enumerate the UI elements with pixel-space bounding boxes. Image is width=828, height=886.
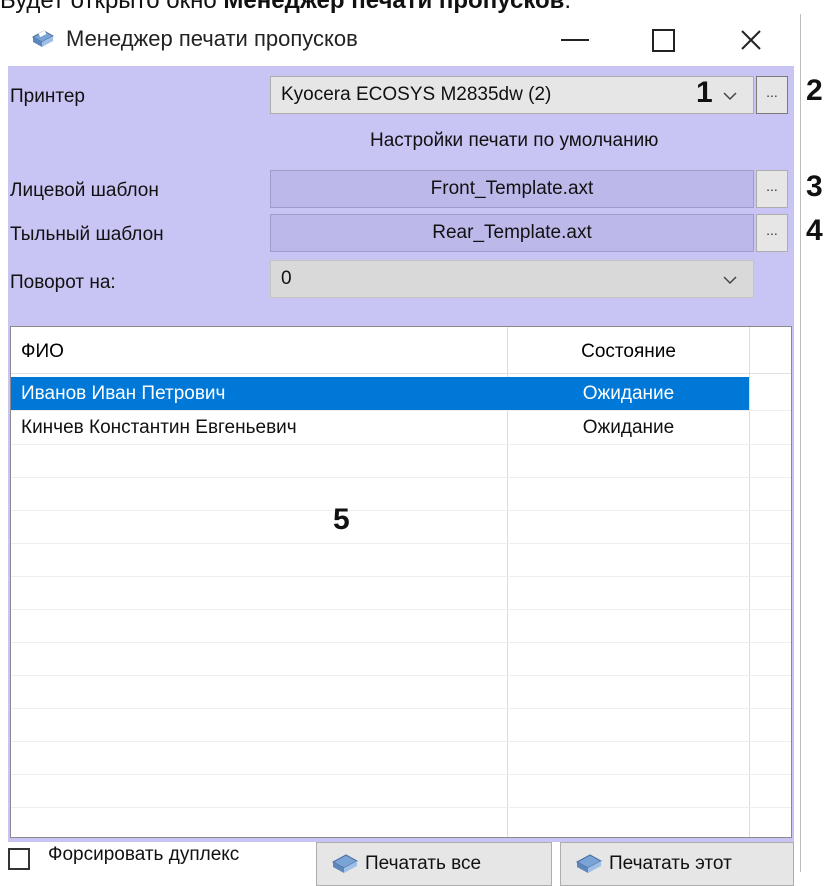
front-template-field[interactable]: Front_Template.axt	[270, 170, 754, 208]
caption-text: Будет открыто окно Менеджер печати пропу…	[0, 0, 572, 14]
rear-template-field[interactable]: Rear_Template.axt	[270, 214, 754, 252]
minimize-button[interactable]	[530, 14, 620, 66]
table-row[interactable]: Кинчев Константин Евгеньевич Ожидание	[11, 411, 749, 444]
row-line	[11, 774, 791, 775]
row-line	[11, 444, 791, 445]
row-line	[11, 708, 791, 709]
column-divider	[749, 327, 750, 837]
row-status: Ожидание	[582, 417, 675, 438]
print-manager-window: Менеджер печати пропусков Принтер Kyocer…	[0, 14, 823, 886]
list-header: ФИО Состояние	[11, 327, 791, 374]
marker-3: 3	[806, 170, 823, 203]
printer-browse-button[interactable]: ...	[756, 76, 788, 114]
row-line	[11, 477, 791, 478]
printer-icon	[31, 30, 55, 47]
window-title: Менеджер печати пропусков	[66, 26, 358, 51]
minimize-icon	[561, 39, 589, 41]
row-line	[11, 510, 791, 511]
column-header-name[interactable]: ФИО	[21, 341, 64, 363]
marker-4: 4	[806, 214, 823, 247]
rear-template-browse-button[interactable]: ...	[756, 214, 788, 252]
rotate-select[interactable]: 0	[270, 260, 754, 298]
front-template-value: Front_Template.axt	[430, 178, 594, 199]
print-all-button[interactable]: Печатать все	[316, 842, 552, 886]
marker-5: 5	[333, 503, 350, 536]
column-header-status[interactable]: Состояние	[508, 341, 749, 363]
row-line	[11, 576, 791, 577]
row-line	[11, 741, 791, 742]
title-bar: Менеджер печати пропусков	[0, 14, 800, 66]
default-settings-label: Настройки печати по умолчанию	[370, 130, 659, 151]
row-line	[11, 807, 791, 808]
row-line	[11, 410, 791, 411]
rotate-select-value: 0	[281, 268, 292, 289]
printer-select-value: Kyocera ECOSYS M2835dw (2)	[281, 84, 552, 105]
marker-1: 1	[696, 76, 713, 109]
rotate-label: Поворот на:	[10, 272, 116, 293]
printer-select[interactable]: Kyocera ECOSYS M2835dw (2)	[270, 76, 754, 114]
close-button[interactable]	[706, 14, 796, 66]
table-row[interactable]: Иванов Иван Петрович Ожидание	[11, 377, 749, 410]
duplex-label[interactable]: Форсировать дуплекс	[48, 844, 239, 866]
front-template-label: Лицевой шаблон	[10, 180, 159, 201]
close-icon	[741, 30, 761, 50]
footer-bar: Форсировать дуплекс Печатать все Печатат…	[8, 842, 794, 886]
row-name: Иванов Иван Петрович	[21, 383, 226, 404]
row-name: Кинчев Константин Евгеньевич	[21, 417, 297, 438]
duplex-checkbox[interactable]	[8, 848, 30, 870]
chevron-down-icon	[723, 92, 737, 101]
marker-2: 2	[806, 74, 823, 107]
maximize-icon	[651, 28, 675, 52]
print-this-button[interactable]: Печатать этот	[560, 842, 794, 886]
pass-list[interactable]: ФИО Состояние Иванов Иван Петрович Ожида…	[10, 326, 792, 838]
rear-template-label: Тыльный шаблон	[10, 224, 164, 245]
row-line	[11, 543, 791, 544]
printer-icon	[331, 854, 359, 873]
row-status: Ожидание	[582, 383, 675, 404]
row-line	[11, 675, 791, 676]
front-template-browse-button[interactable]: ...	[756, 170, 788, 208]
printer-icon	[575, 854, 603, 873]
settings-panel: Принтер Kyocera ECOSYS M2835dw (2) 1 ...…	[8, 66, 823, 886]
chevron-down-icon	[723, 276, 737, 285]
row-line	[11, 609, 791, 610]
printer-label: Принтер	[10, 86, 85, 107]
rear-template-value: Rear_Template.axt	[432, 222, 592, 243]
row-line	[11, 642, 791, 643]
maximize-button[interactable]	[618, 14, 708, 66]
